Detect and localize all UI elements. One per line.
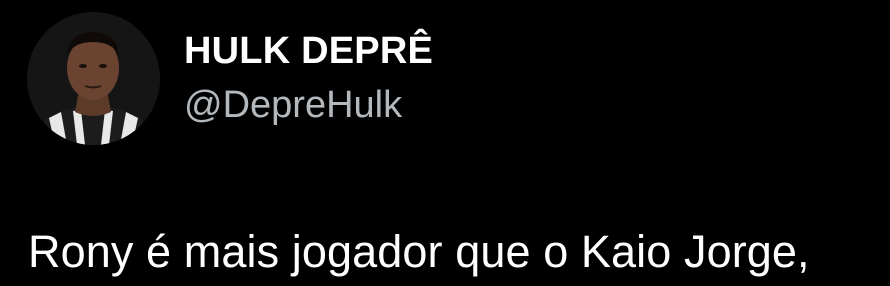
author-display-name[interactable]: HULK DEPRÊ xyxy=(184,30,433,73)
author-handle[interactable]: @DepreHulk xyxy=(184,84,402,127)
tweet-card: HULK DEPRÊ @DepreHulk Rony é mais jogado… xyxy=(0,0,890,286)
profile-photo-icon xyxy=(27,12,160,145)
avatar[interactable] xyxy=(27,12,160,145)
tweet-text: Rony é mais jogador que o Kaio Jorge, xyxy=(28,226,810,277)
